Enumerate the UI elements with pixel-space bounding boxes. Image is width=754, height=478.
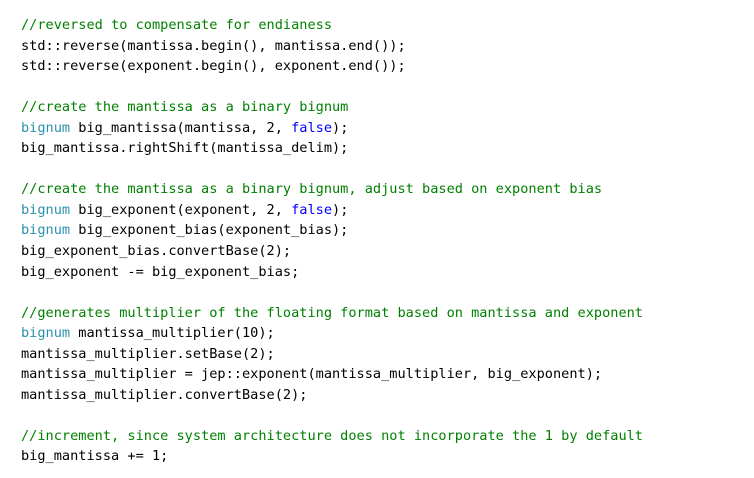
type-keyword: bignum xyxy=(21,201,71,218)
literal-keyword: false xyxy=(291,201,333,218)
code-line: big_mantissa.rightShift(mantissa_delim); xyxy=(21,138,746,159)
code-line: mantissa_multiplier.convertBase(2); xyxy=(21,385,746,406)
code-comment: //create the mantissa as a binary bignum… xyxy=(21,181,603,198)
code-line: mantissa_multiplier.setBase(2); xyxy=(21,344,746,365)
code-line: std::reverse(exponent.begin(), exponent.… xyxy=(21,56,746,77)
code-line: bignum mantissa_multiplier(10); xyxy=(21,323,746,344)
code-text: mantissa_multiplier(10); xyxy=(70,325,275,342)
code-line: bignum big_exponent(exponent, 2, false); xyxy=(21,200,746,221)
code-text: big_mantissa(mantissa, 2, xyxy=(70,119,292,136)
code-editor[interactable]: //reversed to compensate for endianess st… xyxy=(21,15,746,467)
code-text: std::reverse(mantissa.begin(), mantissa.… xyxy=(21,37,406,54)
code-line: big_exponent_bias.convertBase(2); xyxy=(21,241,746,262)
code-text: big_exponent_bias(exponent_bias); xyxy=(70,222,349,239)
code-line: //create the mantissa as a binary bignum… xyxy=(21,179,746,200)
code-comment: //reversed to compensate for endianess xyxy=(21,17,332,33)
code-comment: //generates multiplier of the floating f… xyxy=(21,304,643,321)
code-text: ); xyxy=(332,119,349,136)
code-line: big_exponent -= big_exponent_bias; xyxy=(21,262,746,283)
code-line: bignum big_mantissa(mantissa, 2, false); xyxy=(21,118,746,139)
code-text: ); xyxy=(332,201,349,218)
code-text: mantissa_multiplier.convertBase(2); xyxy=(21,386,308,403)
code-comment: //increment, since system architecture d… xyxy=(21,427,643,444)
type-keyword: bignum xyxy=(21,325,71,342)
code-text: mantissa_multiplier = jep::exponent(mant… xyxy=(21,366,603,383)
code-text: big_exponent_bias.convertBase(2); xyxy=(21,243,292,260)
code-line: big_mantissa += 1; xyxy=(21,446,746,467)
code-text: mantissa_multiplier.setBase(2); xyxy=(21,345,275,362)
code-line: //generates multiplier of the floating f… xyxy=(21,303,746,324)
code-line: bignum big_exponent_bias(exponent_bias); xyxy=(21,220,746,241)
code-text: big_mantissa.rightShift(mantissa_delim); xyxy=(21,140,349,157)
code-line: mantissa_multiplier = jep::exponent(mant… xyxy=(21,364,746,385)
code-line: //create the mantissa as a binary bignum xyxy=(21,97,746,118)
code-line: std::reverse(mantissa.begin(), mantissa.… xyxy=(21,36,746,57)
code-text: big_exponent -= big_exponent_bias; xyxy=(21,263,300,280)
code-line: //increment, since system architecture d… xyxy=(21,426,746,447)
code-text: std::reverse(exponent.begin(), exponent.… xyxy=(21,58,406,75)
literal-keyword: false xyxy=(291,119,333,136)
code-text: big_mantissa += 1; xyxy=(21,448,169,465)
code-line: //reversed to compensate for endianess xyxy=(21,15,746,36)
code-comment: //create the mantissa as a binary bignum xyxy=(21,99,349,116)
type-keyword: bignum xyxy=(21,222,71,239)
type-keyword: bignum xyxy=(21,119,71,136)
code-text: big_exponent(exponent, 2, xyxy=(70,201,292,218)
